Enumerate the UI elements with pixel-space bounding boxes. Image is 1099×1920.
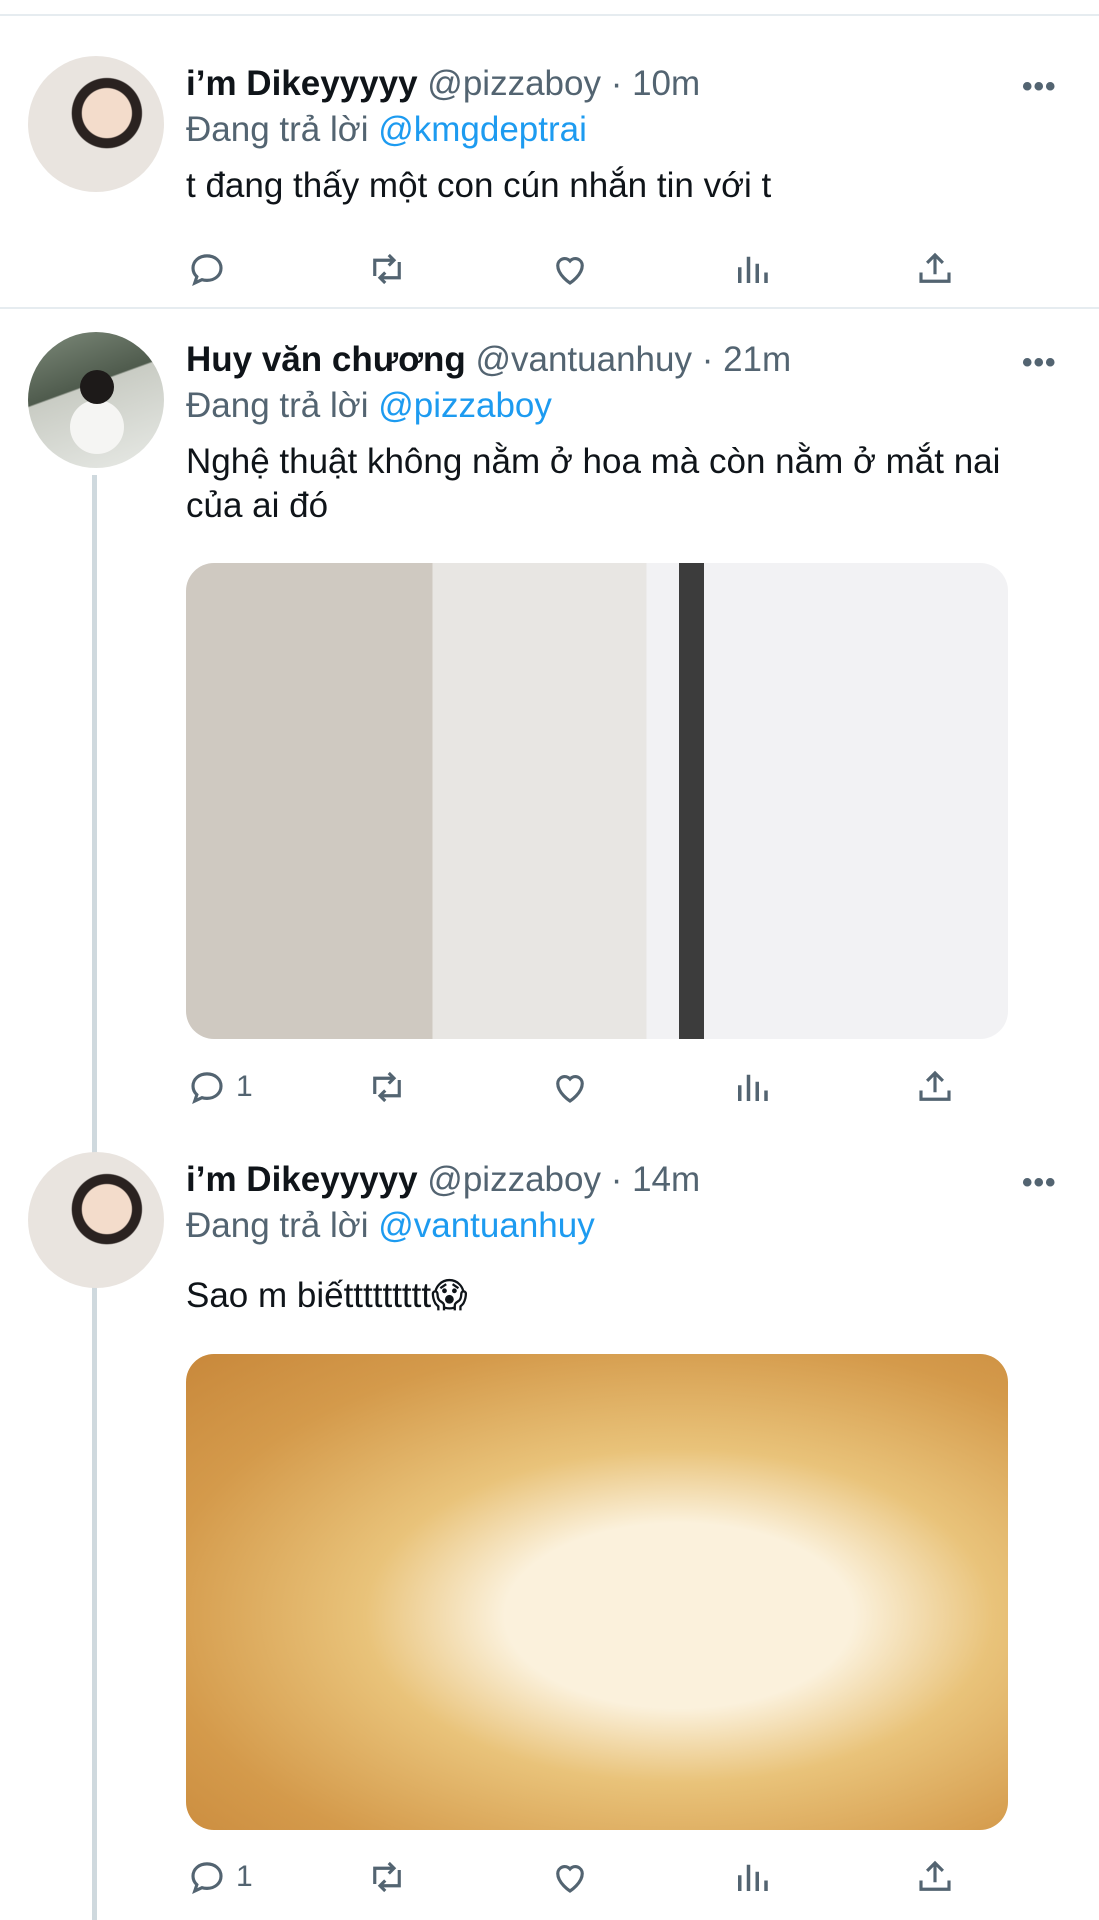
replying-to-label: Đang trả lời (186, 110, 369, 149)
tweet-text: t đang thấy một con cún nhắn tin với t (186, 166, 772, 205)
reply-button[interactable] (186, 244, 236, 294)
separator-dot: · (610, 1160, 623, 1199)
views-icon (738, 1074, 768, 1101)
display-name[interactable]: i’m Dikeyyyyy (186, 1160, 418, 1199)
avatar[interactable] (28, 332, 164, 468)
handle[interactable]: @vantuanhuy (475, 340, 692, 379)
reply-count: 1 (236, 1860, 253, 1893)
handle[interactable]: @pizzaboy (427, 1160, 601, 1199)
like-button[interactable] (549, 1852, 591, 1902)
retweet-button[interactable] (366, 244, 408, 294)
reply-icon (191, 1072, 223, 1104)
retweet-icon (373, 1071, 401, 1103)
tweet-divider (0, 307, 1099, 309)
mention-link[interactable]: @vantuanhuy (378, 1206, 595, 1245)
retweet-button[interactable] (366, 1852, 408, 1902)
views-icon (738, 256, 768, 283)
retweet-icon (373, 1861, 401, 1893)
mention-link[interactable]: @pizzaboy (378, 386, 552, 425)
retweet-icon (373, 253, 401, 285)
heart-icon (556, 1075, 584, 1103)
replying-to: Đang trả lời @pizzaboy (186, 384, 552, 428)
tweet-image-doge[interactable] (186, 1354, 1008, 1830)
views-button[interactable] (731, 1852, 773, 1902)
tweet-text: Sao m biếttttttttt😱 (186, 1276, 468, 1315)
display-name[interactable]: i’m Dikeyyyyy (186, 64, 418, 103)
share-icon (919, 1070, 951, 1101)
avatar[interactable] (28, 1152, 164, 1288)
reply-count: 1 (236, 1070, 253, 1103)
timestamp[interactable]: 10m (632, 64, 700, 103)
share-icon (919, 252, 951, 283)
reply-button[interactable]: 1 (186, 1062, 253, 1112)
share-button[interactable] (914, 244, 956, 294)
separator-dot: · (610, 64, 623, 103)
timestamp[interactable]: 21m (723, 340, 791, 379)
reply-button[interactable]: 1 (186, 1852, 253, 1902)
share-button[interactable] (914, 1062, 956, 1112)
tweet-header: i’m Dikeyyyyy @pizzaboy · 10m (186, 62, 700, 106)
avatar[interactable] (28, 56, 164, 192)
replying-to-label: Đang trả lời (186, 1206, 369, 1245)
reply-icon (191, 1862, 223, 1894)
tweet-image-flower-shop[interactable] (186, 563, 1008, 1039)
tweet-actions (186, 244, 1026, 294)
replying-to-label: Đang trả lời (186, 386, 369, 425)
views-button[interactable] (731, 244, 773, 294)
replying-to: Đang trả lời @kmgdeptrai (186, 108, 587, 152)
heart-icon (556, 257, 584, 285)
tweet-header: Huy văn chương @vantuanhuy · 21m (186, 338, 791, 382)
reply-icon (191, 254, 223, 286)
heart-icon (556, 1865, 584, 1893)
views-icon (738, 1864, 768, 1891)
more-icon[interactable]: ••• (1022, 70, 1057, 104)
retweet-button[interactable] (366, 1062, 408, 1112)
timestamp[interactable]: 14m (632, 1160, 700, 1199)
replying-to: Đang trả lời @vantuanhuy (186, 1204, 595, 1248)
more-icon[interactable]: ••• (1022, 346, 1057, 380)
views-button[interactable] (731, 1062, 773, 1112)
display-name[interactable]: Huy văn chương (186, 340, 466, 379)
tweet-actions: 1 (186, 1852, 1026, 1902)
top-divider (0, 14, 1099, 16)
share-button[interactable] (914, 1852, 956, 1902)
more-icon[interactable]: ••• (1022, 1166, 1057, 1200)
share-icon (919, 1860, 951, 1891)
tweet-header: i’m Dikeyyyyy @pizzaboy · 14m (186, 1158, 700, 1202)
handle[interactable]: @pizzaboy (427, 64, 601, 103)
tweet-text: Nghệ thuật không nằm ở hoa mà còn nằm ở … (186, 442, 1001, 525)
like-button[interactable] (549, 1062, 591, 1112)
mention-link[interactable]: @kmgdeptrai (378, 110, 587, 149)
separator-dot: · (701, 340, 714, 379)
tweet-actions: 1 (186, 1062, 1026, 1112)
like-button[interactable] (549, 244, 591, 294)
